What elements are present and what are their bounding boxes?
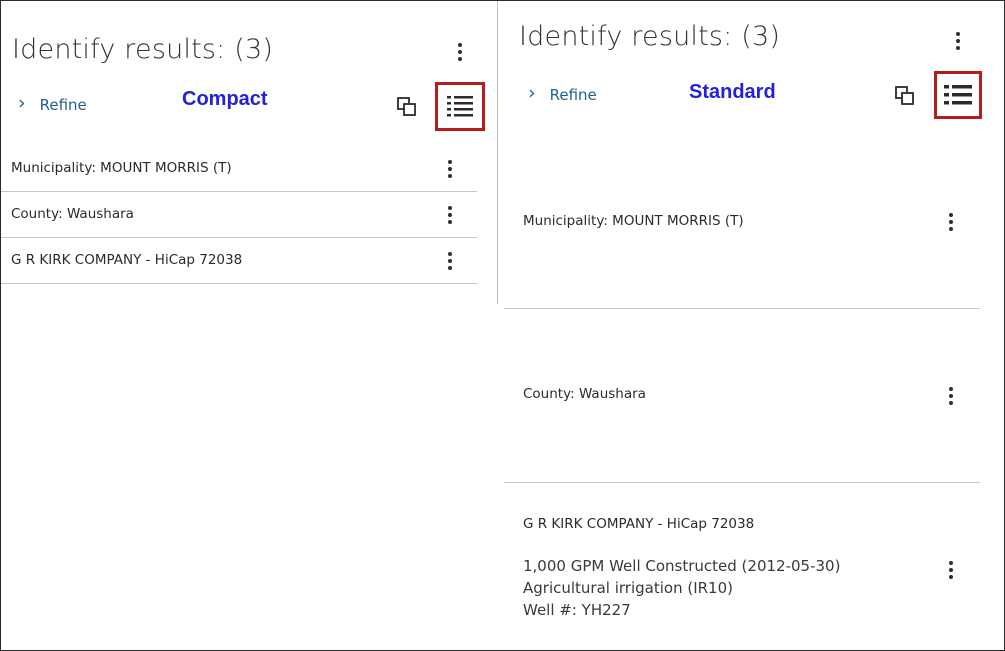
standard-results-panel: Identify results: (3) › Refine Standard … <box>498 1 1004 650</box>
panel-title: Identify results: (3) <box>519 21 781 52</box>
panel-more-icon[interactable] <box>948 30 968 52</box>
result-item[interactable]: Municipality: MOUNT MORRIS (T) <box>1 146 477 192</box>
result-label: County: Waushara <box>11 206 134 222</box>
more-vertical-icon[interactable] <box>941 559 961 581</box>
refine-label: Refine <box>39 95 87 114</box>
more-vertical-icon[interactable] <box>440 204 460 226</box>
refine-label: Refine <box>549 85 597 104</box>
result-item[interactable]: G R KIRK COMPANY - HiCap 72038 1,000 GPM… <box>504 483 980 650</box>
compact-results-panel: Identify results: (3) › Refine Compact M… <box>1 1 485 650</box>
copy-icon[interactable] <box>396 96 418 118</box>
more-vertical-icon[interactable] <box>440 158 460 180</box>
list-view-toggle-button[interactable] <box>934 71 982 119</box>
more-vertical-icon[interactable] <box>941 385 961 407</box>
result-label: County: Waushara <box>523 386 646 402</box>
list-view-toggle-button[interactable] <box>435 82 485 131</box>
chevron-right-icon: › <box>18 92 26 114</box>
result-label: Municipality: MOUNT MORRIS (T) <box>11 160 232 176</box>
panel-title: Identify results: (3) <box>12 34 274 65</box>
copy-icon[interactable] <box>894 85 916 107</box>
mode-annotation: Standard <box>689 81 776 103</box>
list-view-icon <box>944 85 972 105</box>
result-label: G R KIRK COMPANY - HiCap 72038 <box>523 516 755 532</box>
result-detail-line: 1,000 GPM Well Constructed (2012-05-30) <box>523 557 841 575</box>
result-item[interactable]: County: Waushara <box>504 309 980 483</box>
result-detail-line: Well #: YH227 <box>523 601 631 619</box>
chevron-right-icon: › <box>528 82 536 104</box>
result-item[interactable]: Municipality: MOUNT MORRIS (T) <box>504 134 980 309</box>
more-vertical-icon[interactable] <box>440 250 460 272</box>
more-vertical-icon[interactable] <box>941 211 961 233</box>
screenshot-frame: Identify results: (3) › Refine Compact M… <box>0 0 1005 651</box>
result-item[interactable]: County: Waushara <box>1 192 477 238</box>
result-label: G R KIRK COMPANY - HiCap 72038 <box>11 252 243 268</box>
list-view-icon <box>447 95 473 116</box>
result-item[interactable]: G R KIRK COMPANY - HiCap 72038 <box>1 238 477 284</box>
result-label: Municipality: MOUNT MORRIS (T) <box>523 213 744 229</box>
panel-more-icon[interactable] <box>450 41 470 63</box>
refine-toggle[interactable]: › Refine <box>18 92 87 114</box>
result-detail-line: Agricultural irrigation (IR10) <box>523 579 733 597</box>
refine-toggle[interactable]: › Refine <box>528 82 597 104</box>
mode-annotation: Compact <box>182 88 268 110</box>
